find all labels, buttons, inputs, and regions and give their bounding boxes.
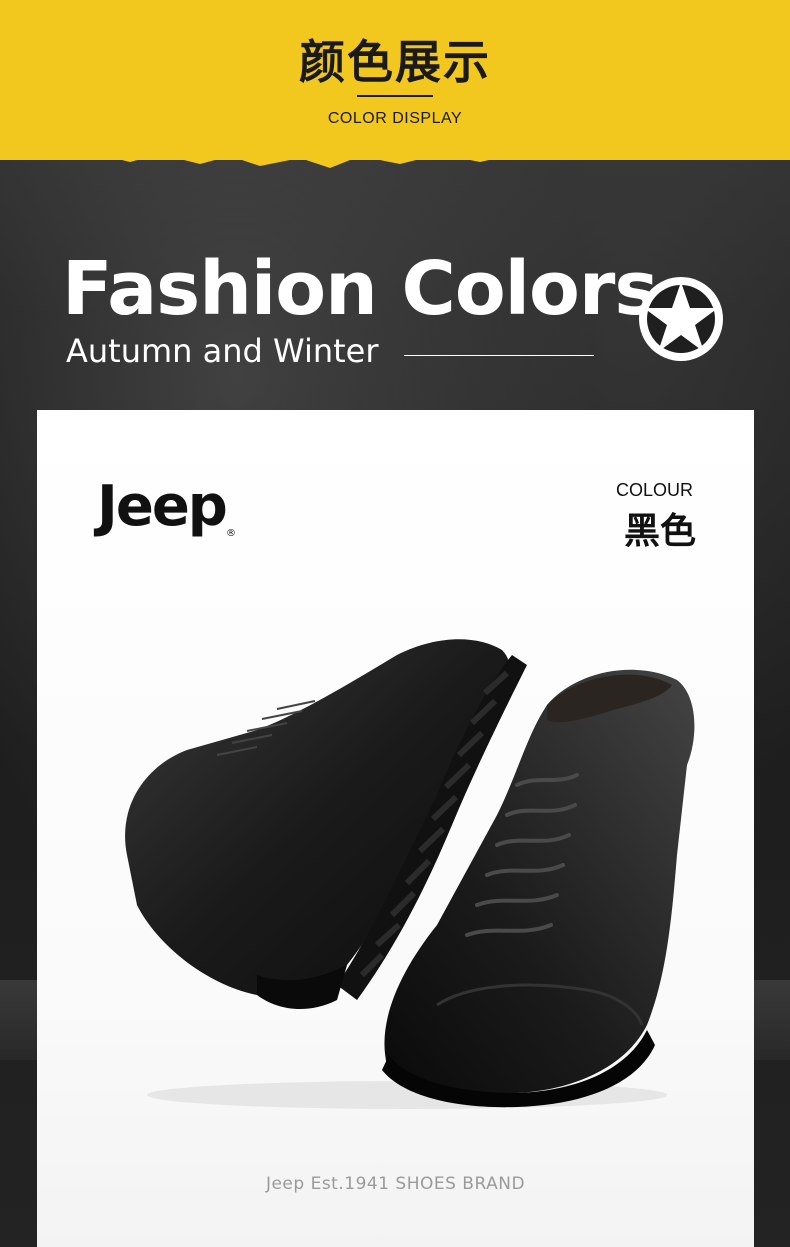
brand-tagline: Jeep Est.1941 SHOES BRAND (265, 1174, 526, 1194)
color-display-header: 颜色展示 COLOR DISPLAY (0, 0, 790, 160)
product-card: Jeep ® COLOUR 黑色 Jeep Est.1941 SHOES BRA… (37, 410, 754, 1247)
header-subtitle: COLOR DISPLAY (327, 110, 463, 127)
torn-edge (0, 138, 790, 168)
registered-mark: ® (226, 528, 236, 539)
header-divider (357, 95, 433, 97)
subheadline-rule (404, 355, 594, 356)
autumn-winter-subheadline: Autumn and Winter (66, 332, 379, 370)
header-title: 颜色展示 (299, 35, 491, 89)
black-boots-image (125, 639, 695, 1109)
jeep-logo: Jeep (97, 474, 228, 539)
star-circle-icon (639, 277, 723, 361)
colour-label: COLOUR (615, 480, 693, 500)
colour-value: 黑色 (623, 511, 696, 552)
fashion-colors-headline: Fashion Colors (62, 246, 658, 332)
